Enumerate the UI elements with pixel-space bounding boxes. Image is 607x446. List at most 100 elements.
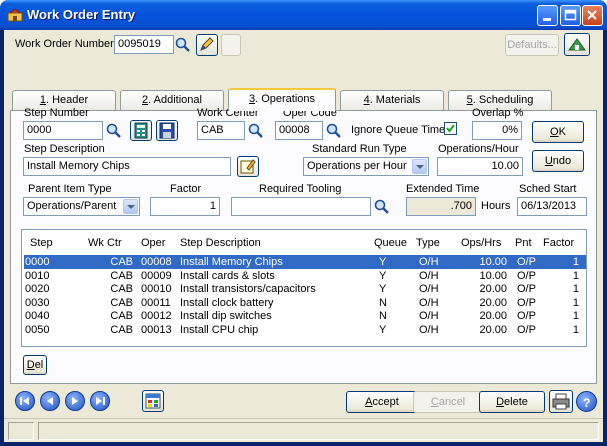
window-title: Work Order Entry bbox=[27, 7, 136, 22]
cell-ops-hrs: 20.00 bbox=[479, 310, 507, 322]
cell-type: O/H bbox=[419, 269, 439, 282]
operations-grid[interactable]: Step Wk Ctr Oper Step Description Queue … bbox=[21, 229, 587, 347]
delete-line-button[interactable]: Del bbox=[23, 355, 47, 375]
cell-ops-hrs: 10.00 bbox=[479, 256, 507, 268]
tab-operations[interactable]: 3. Operations bbox=[228, 88, 336, 111]
status-cell-1 bbox=[8, 422, 34, 440]
cell-step-description: Install dip switches bbox=[180, 310, 272, 322]
cell-pnt: O/P bbox=[517, 269, 536, 282]
minimize-button[interactable] bbox=[537, 5, 558, 26]
ignore-queue-checkbox[interactable] bbox=[444, 122, 457, 135]
check-mark-icon bbox=[446, 124, 455, 133]
defaults-button[interactable]: Defaults... bbox=[505, 34, 559, 56]
cell-pnt: O/P bbox=[517, 283, 536, 295]
cell-ops-hrs: 10.00 bbox=[479, 269, 507, 282]
oper-code-field[interactable]: 00008 bbox=[275, 121, 323, 140]
help-button[interactable]: ? bbox=[576, 391, 597, 412]
cell-oper: 00010 bbox=[141, 283, 172, 295]
ok-button[interactable]: OK bbox=[532, 121, 584, 143]
status-cell-2 bbox=[38, 422, 599, 440]
chevron-down-icon[interactable] bbox=[412, 159, 427, 174]
grid-lookup-icon bbox=[145, 393, 161, 409]
table-row[interactable]: 0030 CAB 00011 Install clock battery N O/H 20.… bbox=[24, 296, 586, 310]
cell-wk-ctr: CAB bbox=[110, 256, 133, 268]
undo-button[interactable]: Undo bbox=[532, 150, 584, 172]
grid-header-oper[interactable]: Oper bbox=[141, 237, 165, 249]
cell-ops-hrs: 20.00 bbox=[479, 323, 507, 336]
cell-factor: 1 bbox=[572, 310, 579, 322]
delete-button[interactable]: Delete bbox=[479, 391, 545, 413]
cell-oper: 00008 bbox=[141, 256, 172, 268]
cell-wk-ctr: CAB bbox=[110, 269, 133, 282]
factor-field[interactable]: 1 bbox=[150, 197, 220, 216]
close-icon bbox=[587, 10, 597, 20]
step-desc-field[interactable]: Install Memory Chips bbox=[23, 157, 231, 176]
info-icon bbox=[568, 38, 586, 51]
table-row[interactable]: 0000 CAB 00008 Install Memory Chips Y O/H 10.0… bbox=[24, 255, 586, 269]
lookup-list-button[interactable] bbox=[142, 390, 164, 412]
tab-materials[interactable]: 4. Materials bbox=[340, 90, 444, 110]
work-center-field[interactable]: CAB bbox=[197, 121, 245, 140]
grid-header-queue[interactable]: Queue bbox=[374, 237, 407, 249]
cell-type: O/H bbox=[419, 310, 439, 322]
cell-step-description: Install cards & slots bbox=[180, 269, 275, 282]
close-button[interactable] bbox=[582, 5, 603, 26]
std-run-type-select[interactable]: Operations per Hour bbox=[303, 157, 429, 176]
grid-header-type[interactable]: Type bbox=[416, 237, 440, 249]
chevron-down-icon[interactable] bbox=[123, 199, 138, 214]
maximize-button[interactable] bbox=[560, 5, 581, 26]
grid-header-ops-hrs[interactable]: Ops/Hrs bbox=[461, 237, 501, 249]
cell-wk-ctr: CAB bbox=[110, 296, 133, 309]
step-desc-label: Step Description bbox=[24, 143, 105, 155]
magnifier-icon[interactable] bbox=[247, 122, 265, 140]
wo-number-label: Work Order Number bbox=[15, 38, 114, 50]
table-row[interactable]: 0020 CAB 00010 Install transistors/capacito… bbox=[24, 282, 586, 296]
wo-action-button[interactable] bbox=[196, 34, 218, 56]
last-record-button[interactable] bbox=[90, 391, 110, 411]
grid-header-factor[interactable]: Factor bbox=[543, 237, 574, 249]
extended-time-label: Extended Time bbox=[406, 183, 480, 195]
cell-queue: N bbox=[379, 296, 387, 309]
table-row[interactable]: 0040 CAB 00012 Install dip switches N O/H 20.0… bbox=[24, 309, 586, 323]
std-run-type-label: Standard Run Type bbox=[312, 143, 407, 155]
step-number-field[interactable]: 0000 bbox=[23, 121, 103, 140]
help-icon: ? bbox=[583, 396, 590, 409]
cell-pnt: O/P bbox=[517, 310, 536, 322]
cell-type: O/H bbox=[419, 323, 439, 336]
title-bar[interactable]: Work Order Entry bbox=[0, 0, 607, 30]
save-button[interactable] bbox=[156, 120, 178, 141]
grid-header-step[interactable]: Step bbox=[30, 237, 53, 249]
parent-item-type-select[interactable]: Operations/Parent bbox=[23, 197, 140, 216]
operations-tab-panel: Step Number Work Center Oper Code Overla… bbox=[10, 107, 597, 384]
first-record-button[interactable] bbox=[15, 391, 35, 411]
sched-start-field[interactable]: 06/13/2013 bbox=[517, 197, 587, 216]
magnifier-icon[interactable] bbox=[325, 122, 343, 140]
bottom-toolbar: Accept Cancel Delete ? bbox=[4, 388, 603, 416]
table-row[interactable]: 0050 CAB 00013 Install CPU chip Y O/H 20.00 O/P… bbox=[24, 323, 586, 337]
cell-queue: Y bbox=[379, 256, 387, 268]
magnifier-icon[interactable] bbox=[373, 198, 391, 216]
previous-record-button[interactable] bbox=[40, 391, 60, 411]
memo-icon bbox=[240, 159, 256, 174]
header-info-button[interactable] bbox=[564, 33, 590, 56]
ops-hour-field[interactable]: 10.00 bbox=[437, 157, 523, 176]
accept-button[interactable]: Accept bbox=[346, 391, 418, 413]
work-order-entry-window: Work Order Entry Work Order Number 00950… bbox=[0, 0, 607, 446]
overlap-field[interactable]: 0% bbox=[472, 121, 522, 140]
grid-header-step-description[interactable]: Step Description bbox=[180, 237, 261, 249]
print-button[interactable] bbox=[549, 390, 573, 413]
table-row[interactable]: 0010 CAB 00009 Install cards & slots Y O/H 10.… bbox=[24, 269, 586, 283]
grid-header-wk-ctr[interactable]: Wk Ctr bbox=[88, 237, 122, 249]
next-record-button[interactable] bbox=[65, 391, 85, 411]
grid-header-pnt[interactable]: Pnt bbox=[515, 237, 532, 249]
calculator-button[interactable] bbox=[130, 120, 152, 141]
cancel-button[interactable]: Cancel bbox=[413, 391, 483, 413]
wo-number-field[interactable]: 0095019 bbox=[114, 35, 174, 54]
magnifier-icon[interactable] bbox=[174, 36, 192, 54]
memo-button[interactable] bbox=[237, 156, 259, 177]
cell-oper: 00011 bbox=[141, 296, 171, 309]
cell-queue: Y bbox=[379, 323, 387, 336]
magnifier-icon[interactable] bbox=[105, 122, 123, 140]
required-tooling-field[interactable] bbox=[231, 197, 371, 216]
cell-wk-ctr: CAB bbox=[110, 283, 133, 295]
